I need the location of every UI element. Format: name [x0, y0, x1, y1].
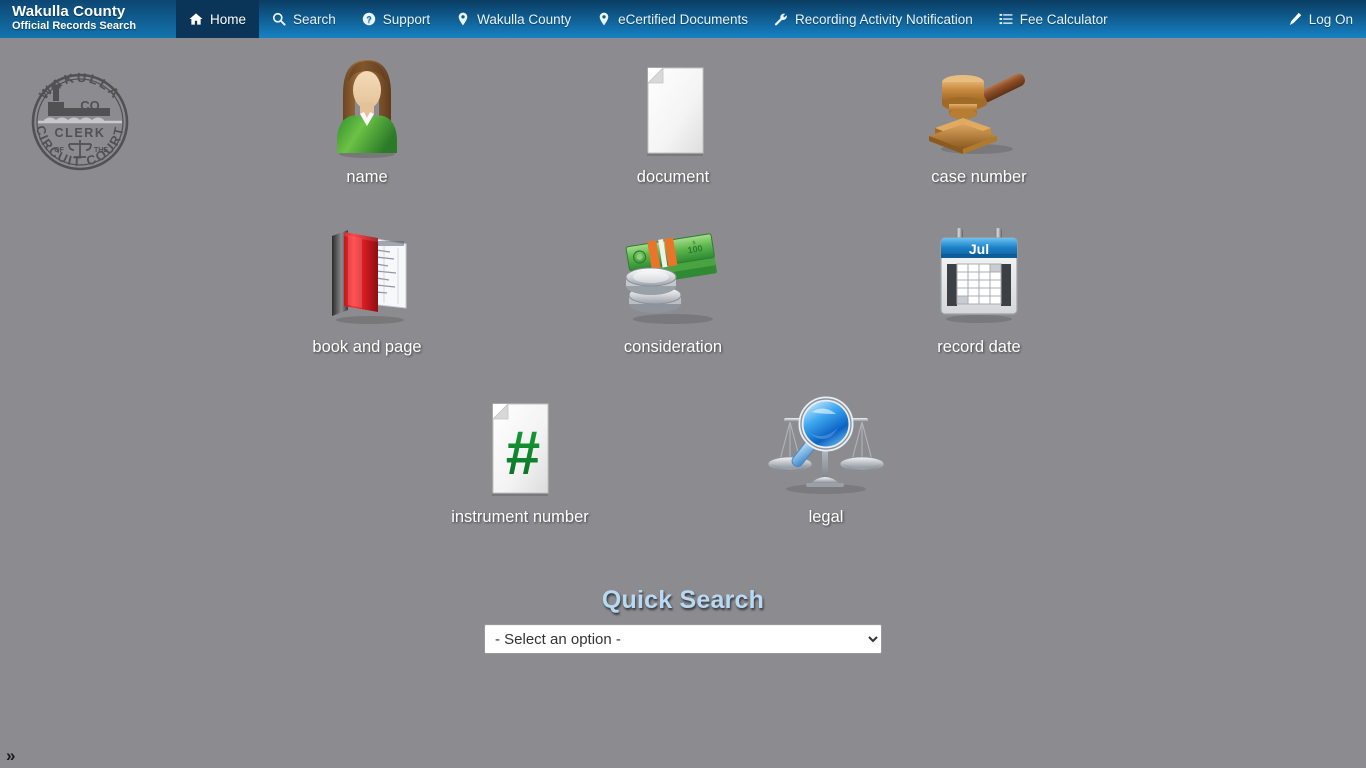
tile-label: document: [636, 168, 710, 186]
money-coins-icon: 100 $: [611, 220, 735, 332]
top-navigation-bar: Wakulla County Official Records Search H…: [0, 0, 1366, 38]
calendar-month-label: Jul: [969, 241, 989, 257]
nav-item-fee-calculator[interactable]: Fee Calculator: [986, 0, 1121, 38]
nav-item-home[interactable]: Home: [176, 0, 260, 38]
map-marker-icon: [456, 12, 470, 26]
search-icon: [272, 12, 286, 26]
wrench-icon: [774, 12, 788, 26]
tile-book-and-page[interactable]: book and page: [214, 214, 520, 384]
nav-item-label: Home: [210, 11, 247, 27]
tile-name[interactable]: name: [214, 44, 520, 214]
search-tile-grid: name document case number book and page …: [0, 44, 1366, 554]
svg-text:?: ?: [366, 14, 371, 24]
gavel-icon: [925, 50, 1033, 162]
tile-record-date[interactable]: Jul record date: [826, 214, 1132, 384]
tile-row: # instrument number legal: [0, 384, 1366, 554]
sidebar-expander-chevron[interactable]: »: [2, 745, 19, 766]
tile-legal[interactable]: legal: [673, 384, 979, 554]
nav-item-label: Support: [382, 11, 431, 27]
nav-right-group: Log On: [1275, 0, 1366, 38]
tile-label: record date: [937, 338, 1021, 356]
svg-text:#: #: [506, 419, 540, 488]
nav-item-search[interactable]: Search: [259, 0, 349, 38]
tile-consideration[interactable]: 100 $ consideration: [520, 214, 826, 384]
open-book-icon: [318, 220, 416, 332]
home-icon: [189, 12, 203, 26]
nav-item-log-on[interactable]: Log On: [1275, 0, 1366, 38]
quick-search-section: Quick Search - Select an option -: [0, 586, 1366, 654]
pencil-icon: [1288, 12, 1302, 26]
tile-label: instrument number: [451, 508, 589, 526]
map-marker-icon: [597, 12, 611, 26]
nav-item-label: eCertified Documents: [618, 11, 748, 27]
nav-item-label: Log On: [1308, 11, 1353, 27]
brand-block[interactable]: Wakulla County Official Records Search: [0, 0, 176, 38]
hash-page-icon: #: [477, 390, 563, 502]
brand-subtitle: Official Records Search: [12, 20, 137, 32]
nav-item-label: Search: [293, 11, 336, 27]
nav-item-wakulla-county[interactable]: Wakulla County: [443, 0, 584, 38]
question-circle-icon: ?: [362, 12, 376, 26]
tile-document[interactable]: document: [520, 44, 826, 214]
nav-item-support[interactable]: ? Support: [349, 0, 443, 38]
tile-label: book and page: [312, 338, 422, 356]
nav-item-label: Recording Activity Notification: [794, 11, 973, 27]
tile-row: book and page 100 $ consideration Jul re…: [0, 214, 1366, 384]
tile-case-number[interactable]: case number: [826, 44, 1132, 214]
tile-instrument-number[interactable]: # instrument number: [367, 384, 673, 554]
tile-row: name document case number: [0, 44, 1366, 214]
person-icon: [327, 50, 407, 162]
nav-item-label: Fee Calculator: [1019, 11, 1108, 27]
brand-title: Wakulla County: [12, 3, 126, 20]
nav-item-label: Wakulla County: [477, 11, 572, 27]
list-icon: [999, 12, 1013, 26]
document-page-icon: [630, 50, 716, 162]
quick-search-select[interactable]: - Select an option -: [484, 624, 882, 654]
nav-items: Home Search ? Support Wakulla County eCe…: [176, 0, 1366, 38]
quick-search-title: Quick Search: [601, 586, 765, 614]
calendar-icon: Jul: [931, 220, 1027, 332]
tile-label: legal: [808, 508, 844, 526]
nav-item-recording-activity-notification[interactable]: Recording Activity Notification: [761, 0, 986, 38]
scales-magnifier-icon: [768, 390, 884, 502]
tile-label: case number: [931, 168, 1027, 186]
nav-item-ecertified-documents[interactable]: eCertified Documents: [584, 0, 761, 38]
tile-label: consideration: [623, 338, 723, 356]
tile-label: name: [346, 168, 388, 186]
